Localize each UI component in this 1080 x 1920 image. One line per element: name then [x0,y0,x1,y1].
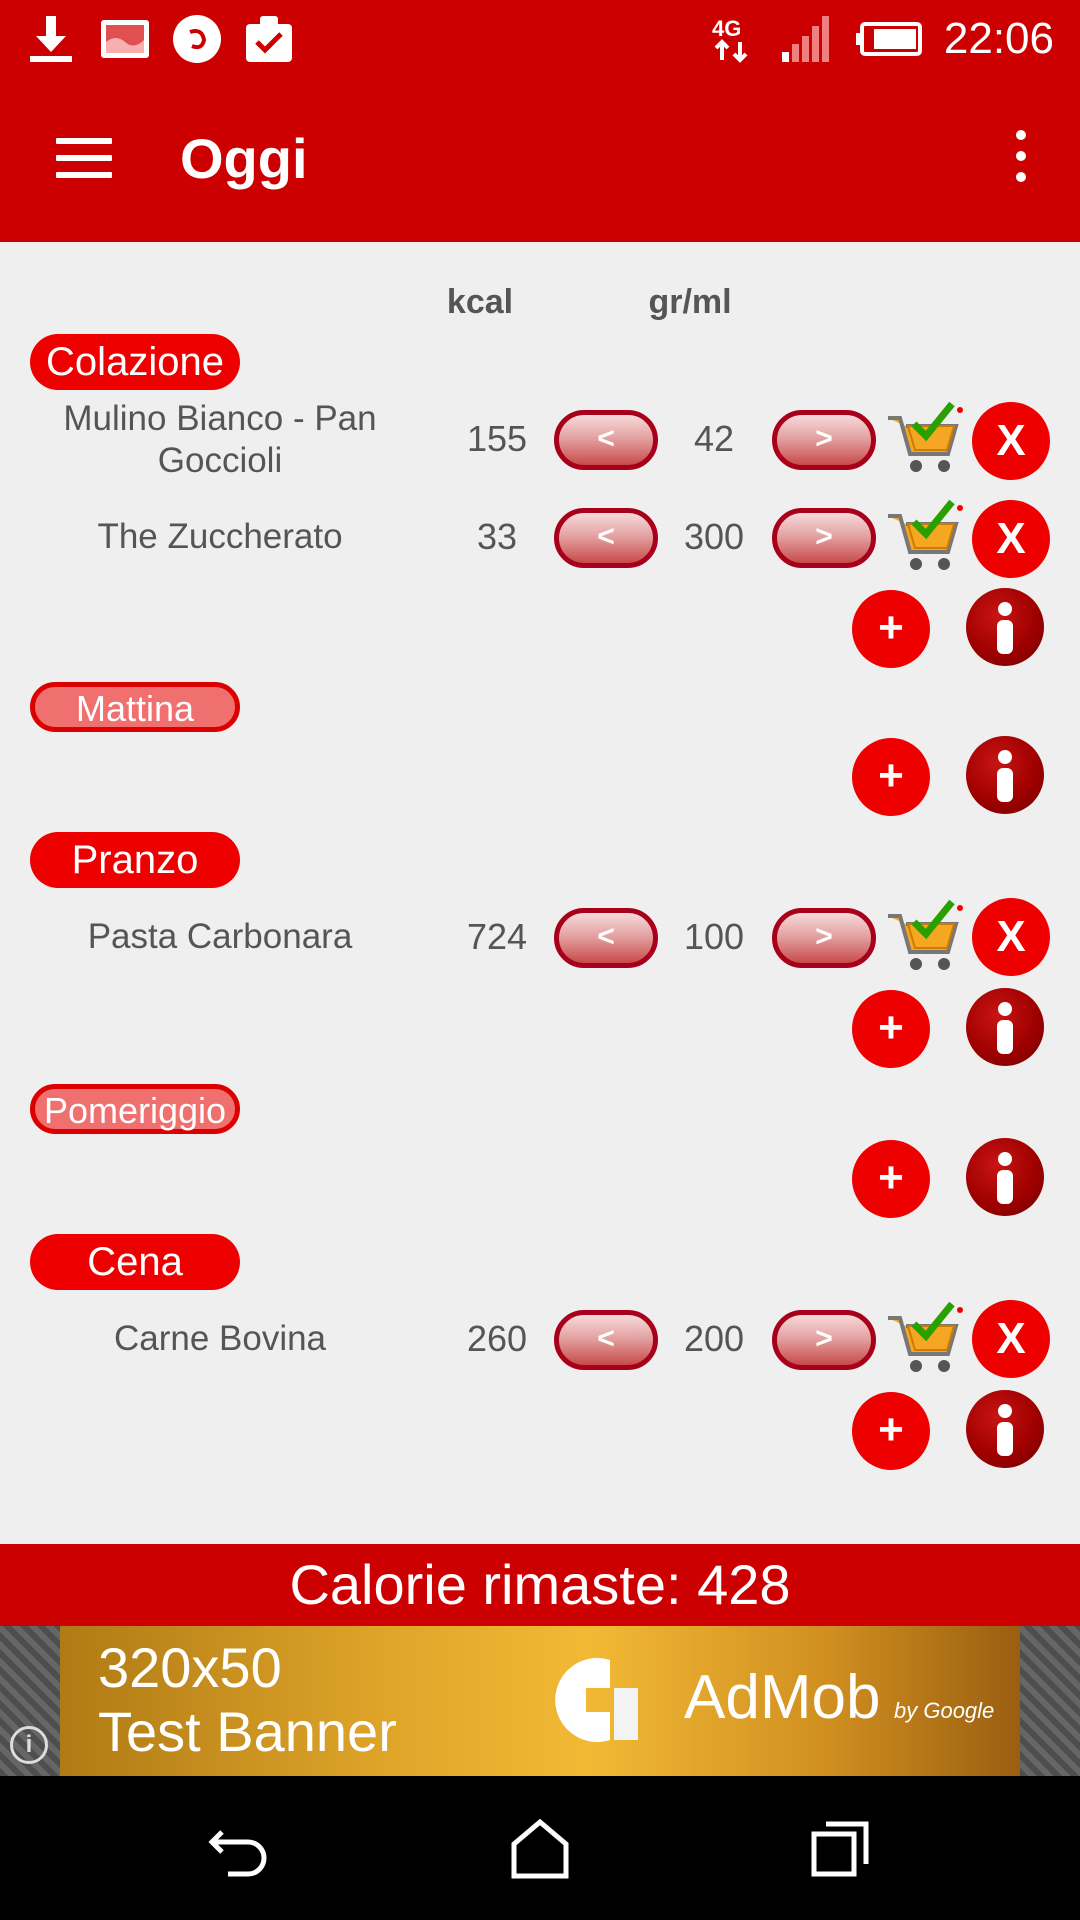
menu-icon[interactable] [44,128,124,188]
decrease-button[interactable]: < [554,908,658,968]
recents-icon[interactable] [800,1808,880,1888]
ad-banner[interactable]: 320x50 Test Banner AdMob by Google i [0,1626,1080,1776]
add-food-button[interactable]: + [852,590,930,668]
cart-check-icon[interactable] [884,898,964,976]
add-food-button[interactable]: + [852,990,930,1068]
home-icon[interactable] [500,1808,580,1888]
add-food-button[interactable]: + [852,738,930,816]
info-icon[interactable] [966,1138,1044,1216]
cart-check-icon[interactable] [884,400,964,478]
more-vert-icon[interactable] [990,124,1050,188]
signal-icon [782,16,829,62]
svg-text:4G: 4G [712,16,741,41]
clipboard-check-icon [246,16,292,62]
ad-creative[interactable]: 320x50 Test Banner AdMob by Google [60,1626,1020,1776]
ad-by-google: by Google [894,1698,995,1723]
decrease-button[interactable]: < [554,508,658,568]
battery-icon [856,22,922,56]
info-icon[interactable] [966,588,1044,666]
ad-pattern-right [1020,1626,1080,1776]
decrease-button[interactable]: < [554,1310,658,1370]
food-quantity: 100 [683,916,745,957]
food-kcal: 155 [466,418,528,459]
increase-button[interactable]: > [772,508,876,568]
clock: 22:06 [943,14,1054,63]
kcal-column-header: kcal [446,283,514,321]
cart-check-icon[interactable] [884,1300,964,1378]
page-title: Oggi [180,127,308,190]
add-food-button[interactable]: + [852,1392,930,1470]
food-quantity: 200 [683,1318,745,1359]
meal-label-pranzo[interactable]: Pranzo [30,832,240,888]
remove-button[interactable]: X [972,1300,1050,1378]
remove-button[interactable]: X [972,500,1050,578]
admob-logo-icon [555,1658,638,1742]
food-name[interactable]: The Zuccherato [40,516,400,558]
food-name[interactable]: Mulino Bianco - Pan Goccioli [40,398,400,482]
food-name[interactable]: Carne Bovina [40,1318,400,1360]
diary-list: kcal gr/ml Colazione Mulino Bianco - Pan… [0,242,1080,1544]
grml-column-header: gr/ml [648,283,732,321]
download-icon [30,16,72,62]
info-icon[interactable] [966,988,1044,1066]
app-bar: Oggi [0,76,1080,242]
info-icon[interactable] [966,736,1044,814]
decrease-button[interactable]: < [554,410,658,470]
increase-button[interactable]: > [772,1310,876,1370]
meal-label-cena[interactable]: Cena [30,1234,240,1290]
ad-brand: AdMob [684,1663,881,1732]
music-icon [173,15,221,63]
food-quantity: 300 [683,516,745,557]
info-icon[interactable] [966,1390,1044,1468]
network-4g-icon: 4G [712,16,748,63]
status-bar: 4G 22:06 [0,0,1080,76]
ad-headline: 320x50 Test Banner [98,1636,397,1763]
image-icon [101,20,149,58]
navigation-bar [0,1776,1080,1920]
add-food-button[interactable]: + [852,1140,930,1218]
ad-info-icon[interactable]: i [10,1726,48,1764]
remove-button[interactable]: X [972,898,1050,976]
food-quantity: 42 [693,418,735,459]
meal-label-mattina[interactable]: Mattina [30,682,240,732]
remaining-calories: Calorie rimaste: 428 [0,1544,1080,1626]
food-kcal: 724 [466,916,528,957]
cart-check-icon[interactable] [884,498,964,576]
food-kcal: 33 [476,516,518,557]
food-name[interactable]: Pasta Carbonara [40,916,400,958]
meal-label-pomeriggio[interactable]: Pomeriggio [30,1084,240,1134]
increase-button[interactable]: > [772,908,876,968]
food-kcal: 260 [466,1318,528,1359]
increase-button[interactable]: > [772,410,876,470]
remove-button[interactable]: X [972,402,1050,480]
meal-label-colazione[interactable]: Colazione [30,334,240,390]
back-icon[interactable] [200,1808,280,1888]
